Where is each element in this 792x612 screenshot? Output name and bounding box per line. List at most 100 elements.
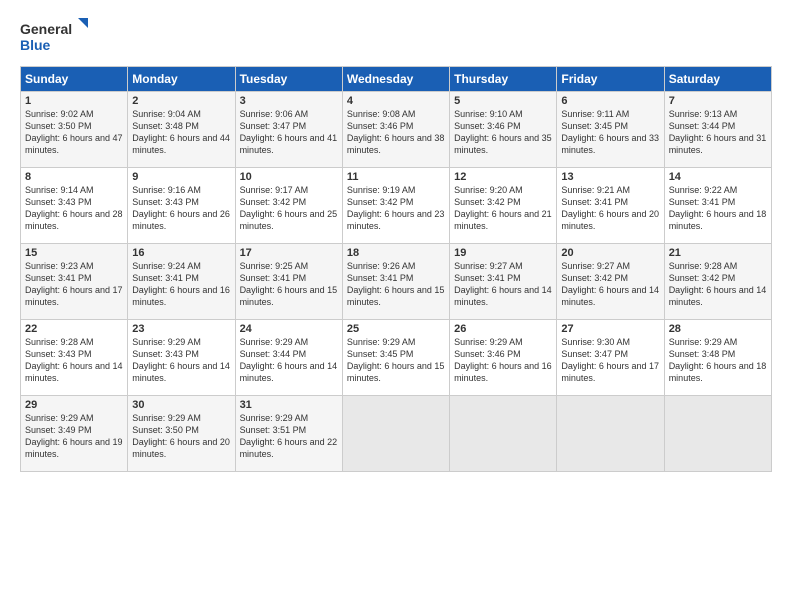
week-row-4: 22 Sunrise: 9:28 AMSunset: 3:43 PMDaylig… <box>21 320 772 396</box>
calendar-cell: 4 Sunrise: 9:08 AMSunset: 3:46 PMDayligh… <box>342 92 449 168</box>
day-header-monday: Monday <box>128 67 235 92</box>
week-row-2: 8 Sunrise: 9:14 AMSunset: 3:43 PMDayligh… <box>21 168 772 244</box>
calendar-cell: 12 Sunrise: 9:20 AMSunset: 3:42 PMDaylig… <box>450 168 557 244</box>
cell-info: Sunrise: 9:28 AMSunset: 3:43 PMDaylight:… <box>25 337 123 383</box>
day-number: 16 <box>132 247 230 259</box>
day-number: 15 <box>25 247 123 259</box>
cell-info: Sunrise: 9:02 AMSunset: 3:50 PMDaylight:… <box>25 109 123 155</box>
day-header-saturday: Saturday <box>664 67 771 92</box>
cell-info: Sunrise: 9:23 AMSunset: 3:41 PMDaylight:… <box>25 261 123 307</box>
day-number: 23 <box>132 323 230 335</box>
cell-info: Sunrise: 9:14 AMSunset: 3:43 PMDaylight:… <box>25 185 123 231</box>
day-number: 20 <box>561 247 659 259</box>
calendar-cell: 27 Sunrise: 9:30 AMSunset: 3:47 PMDaylig… <box>557 320 664 396</box>
cell-info: Sunrise: 9:27 AMSunset: 3:41 PMDaylight:… <box>454 261 552 307</box>
cell-info: Sunrise: 9:20 AMSunset: 3:42 PMDaylight:… <box>454 185 552 231</box>
cell-info: Sunrise: 9:28 AMSunset: 3:42 PMDaylight:… <box>669 261 767 307</box>
calendar-cell <box>557 396 664 472</box>
cell-info: Sunrise: 9:19 AMSunset: 3:42 PMDaylight:… <box>347 185 445 231</box>
cell-info: Sunrise: 9:27 AMSunset: 3:42 PMDaylight:… <box>561 261 659 307</box>
day-number: 5 <box>454 95 552 107</box>
day-number: 8 <box>25 171 123 183</box>
logo-svg: General Blue <box>20 16 90 56</box>
calendar-cell: 1 Sunrise: 9:02 AMSunset: 3:50 PMDayligh… <box>21 92 128 168</box>
day-number: 1 <box>25 95 123 107</box>
calendar-cell: 9 Sunrise: 9:16 AMSunset: 3:43 PMDayligh… <box>128 168 235 244</box>
day-header-thursday: Thursday <box>450 67 557 92</box>
calendar-cell <box>450 396 557 472</box>
calendar-cell: 18 Sunrise: 9:26 AMSunset: 3:41 PMDaylig… <box>342 244 449 320</box>
calendar-cell: 31 Sunrise: 9:29 AMSunset: 3:51 PMDaylig… <box>235 396 342 472</box>
calendar-cell <box>664 396 771 472</box>
calendar-cell: 22 Sunrise: 9:28 AMSunset: 3:43 PMDaylig… <box>21 320 128 396</box>
day-number: 25 <box>347 323 445 335</box>
cell-info: Sunrise: 9:29 AMSunset: 3:51 PMDaylight:… <box>240 413 338 459</box>
cell-info: Sunrise: 9:29 AMSunset: 3:48 PMDaylight:… <box>669 337 767 383</box>
day-number: 26 <box>454 323 552 335</box>
cell-info: Sunrise: 9:11 AMSunset: 3:45 PMDaylight:… <box>561 109 659 155</box>
cell-info: Sunrise: 9:29 AMSunset: 3:43 PMDaylight:… <box>132 337 230 383</box>
week-row-5: 29 Sunrise: 9:29 AMSunset: 3:49 PMDaylig… <box>21 396 772 472</box>
cell-info: Sunrise: 9:29 AMSunset: 3:44 PMDaylight:… <box>240 337 338 383</box>
day-number: 11 <box>347 171 445 183</box>
cell-info: Sunrise: 9:22 AMSunset: 3:41 PMDaylight:… <box>669 185 767 231</box>
calendar-cell: 17 Sunrise: 9:25 AMSunset: 3:41 PMDaylig… <box>235 244 342 320</box>
day-number: 30 <box>132 399 230 411</box>
day-header-wednesday: Wednesday <box>342 67 449 92</box>
cell-info: Sunrise: 9:24 AMSunset: 3:41 PMDaylight:… <box>132 261 230 307</box>
week-row-1: 1 Sunrise: 9:02 AMSunset: 3:50 PMDayligh… <box>21 92 772 168</box>
cell-info: Sunrise: 9:08 AMSunset: 3:46 PMDaylight:… <box>347 109 445 155</box>
calendar-cell: 6 Sunrise: 9:11 AMSunset: 3:45 PMDayligh… <box>557 92 664 168</box>
cell-info: Sunrise: 9:04 AMSunset: 3:48 PMDaylight:… <box>132 109 230 155</box>
day-header-tuesday: Tuesday <box>235 67 342 92</box>
day-number: 31 <box>240 399 338 411</box>
cell-info: Sunrise: 9:10 AMSunset: 3:46 PMDaylight:… <box>454 109 552 155</box>
calendar-page: General Blue SundayMondayTuesdayWednesda… <box>0 0 792 612</box>
calendar-cell: 19 Sunrise: 9:27 AMSunset: 3:41 PMDaylig… <box>450 244 557 320</box>
header: General Blue <box>20 16 772 56</box>
calendar-cell: 28 Sunrise: 9:29 AMSunset: 3:48 PMDaylig… <box>664 320 771 396</box>
day-number: 7 <box>669 95 767 107</box>
calendar-cell: 16 Sunrise: 9:24 AMSunset: 3:41 PMDaylig… <box>128 244 235 320</box>
day-number: 9 <box>132 171 230 183</box>
day-number: 24 <box>240 323 338 335</box>
cell-info: Sunrise: 9:13 AMSunset: 3:44 PMDaylight:… <box>669 109 767 155</box>
calendar-cell: 30 Sunrise: 9:29 AMSunset: 3:50 PMDaylig… <box>128 396 235 472</box>
day-number: 10 <box>240 171 338 183</box>
svg-text:Blue: Blue <box>20 37 51 53</box>
day-header-friday: Friday <box>557 67 664 92</box>
svg-text:General: General <box>20 21 72 37</box>
cell-info: Sunrise: 9:26 AMSunset: 3:41 PMDaylight:… <box>347 261 445 307</box>
calendar-cell <box>342 396 449 472</box>
day-number: 3 <box>240 95 338 107</box>
day-header-sunday: Sunday <box>21 67 128 92</box>
calendar-cell: 29 Sunrise: 9:29 AMSunset: 3:49 PMDaylig… <box>21 396 128 472</box>
calendar-cell: 20 Sunrise: 9:27 AMSunset: 3:42 PMDaylig… <box>557 244 664 320</box>
cell-info: Sunrise: 9:29 AMSunset: 3:50 PMDaylight:… <box>132 413 230 459</box>
calendar-cell: 8 Sunrise: 9:14 AMSunset: 3:43 PMDayligh… <box>21 168 128 244</box>
day-number: 29 <box>25 399 123 411</box>
cell-info: Sunrise: 9:29 AMSunset: 3:46 PMDaylight:… <box>454 337 552 383</box>
cell-info: Sunrise: 9:17 AMSunset: 3:42 PMDaylight:… <box>240 185 338 231</box>
calendar-cell: 21 Sunrise: 9:28 AMSunset: 3:42 PMDaylig… <box>664 244 771 320</box>
cell-info: Sunrise: 9:16 AMSunset: 3:43 PMDaylight:… <box>132 185 230 231</box>
calendar-cell: 23 Sunrise: 9:29 AMSunset: 3:43 PMDaylig… <box>128 320 235 396</box>
day-number: 2 <box>132 95 230 107</box>
calendar-cell: 11 Sunrise: 9:19 AMSunset: 3:42 PMDaylig… <box>342 168 449 244</box>
cell-info: Sunrise: 9:25 AMSunset: 3:41 PMDaylight:… <box>240 261 338 307</box>
day-number: 17 <box>240 247 338 259</box>
calendar-cell: 2 Sunrise: 9:04 AMSunset: 3:48 PMDayligh… <box>128 92 235 168</box>
calendar-cell: 7 Sunrise: 9:13 AMSunset: 3:44 PMDayligh… <box>664 92 771 168</box>
calendar-cell: 5 Sunrise: 9:10 AMSunset: 3:46 PMDayligh… <box>450 92 557 168</box>
day-number: 13 <box>561 171 659 183</box>
calendar-cell: 26 Sunrise: 9:29 AMSunset: 3:46 PMDaylig… <box>450 320 557 396</box>
calendar-cell: 25 Sunrise: 9:29 AMSunset: 3:45 PMDaylig… <box>342 320 449 396</box>
day-number: 18 <box>347 247 445 259</box>
calendar-cell: 15 Sunrise: 9:23 AMSunset: 3:41 PMDaylig… <box>21 244 128 320</box>
logo: General Blue <box>20 16 90 56</box>
calendar-cell: 3 Sunrise: 9:06 AMSunset: 3:47 PMDayligh… <box>235 92 342 168</box>
calendar-cell: 10 Sunrise: 9:17 AMSunset: 3:42 PMDaylig… <box>235 168 342 244</box>
day-number: 14 <box>669 171 767 183</box>
day-number: 6 <box>561 95 659 107</box>
day-number: 21 <box>669 247 767 259</box>
